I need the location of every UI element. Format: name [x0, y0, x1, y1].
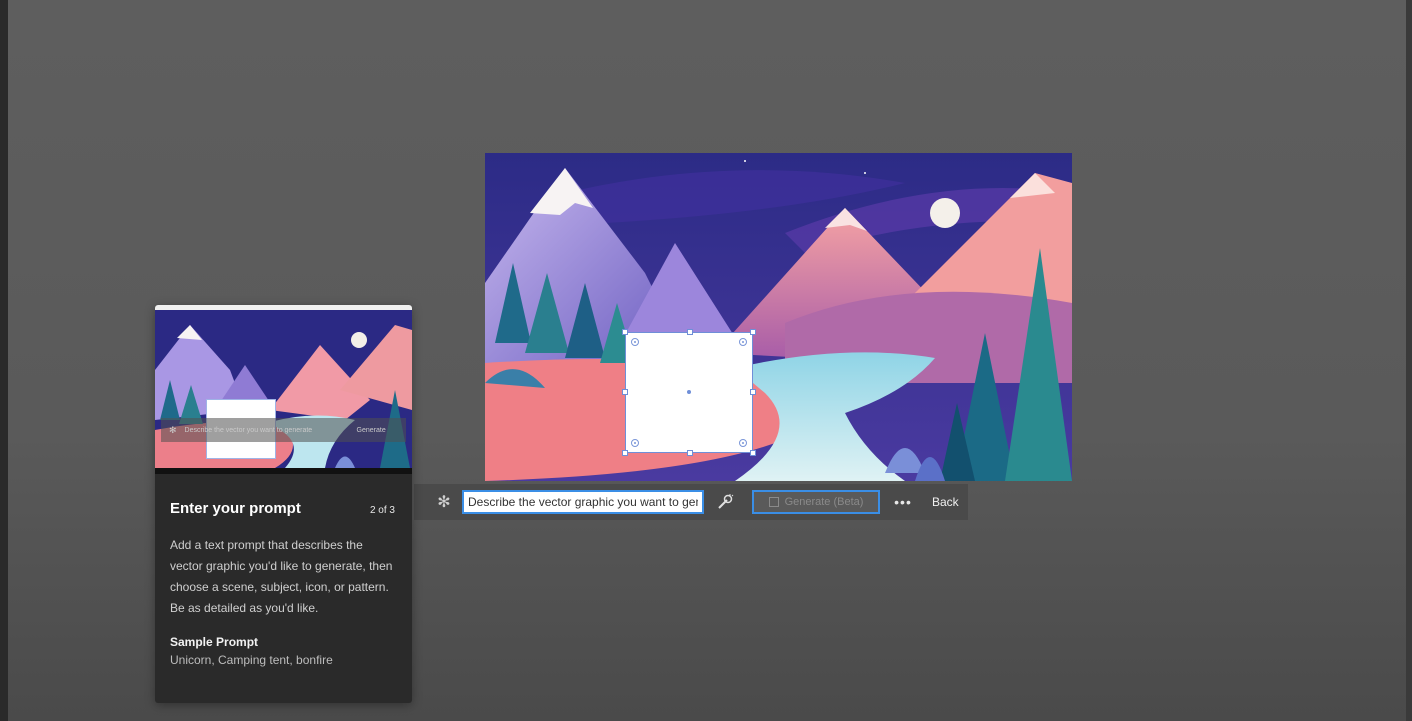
generate-button[interactable]: Generate (Beta) [752, 490, 880, 514]
window-edge-right [1406, 0, 1412, 721]
tour-step-counter: 2 of 3 [369, 505, 395, 516]
sparkle-icon[interactable]: ✻ [434, 492, 454, 512]
artboard-landscape[interactable] [485, 153, 1072, 481]
prompt-input[interactable] [462, 490, 704, 514]
tour-card: ✻ Describe the vector you want to genera… [155, 305, 412, 703]
generate-button-label: Generate (Beta) [784, 496, 864, 508]
corner-radius-widget[interactable] [739, 439, 747, 447]
sparkle-icon: ✻ [169, 424, 177, 435]
wand-icon[interactable] [714, 491, 736, 513]
tour-card-body: Enter your prompt 2 of 3 Add a text prom… [155, 474, 412, 667]
preview-landscape [155, 310, 412, 468]
contextual-task-bar: ✻ Generate (Beta) ••• Back [414, 484, 968, 520]
more-options-button[interactable]: ••• [894, 494, 912, 510]
back-button[interactable]: Back [932, 495, 959, 509]
landscape-illustration [485, 153, 1072, 481]
corner-radius-widget[interactable] [631, 338, 639, 346]
generate-frame-icon [768, 497, 779, 507]
window-edge-left [0, 0, 8, 721]
resize-handle-top-left[interactable] [622, 329, 628, 335]
resize-handle-top-right[interactable] [750, 329, 756, 335]
tour-preview-image: ✻ Describe the vector you want to genera… [155, 310, 412, 468]
selected-rectangle[interactable] [622, 329, 756, 456]
preview-prompt-text: Describe the vector you want to generate [184, 426, 313, 434]
tour-card-header: Enter your prompt 2 of 3 [170, 500, 397, 517]
resize-handle-right[interactable] [750, 389, 756, 395]
resize-handle-bottom-right[interactable] [750, 450, 756, 456]
center-point [687, 390, 691, 394]
tour-card-description: Add a text prompt that describes the vec… [170, 538, 393, 615]
resize-handle-bottom[interactable] [687, 450, 693, 456]
resize-handle-left[interactable] [622, 389, 628, 395]
tour-card-title: Enter your prompt [170, 500, 301, 517]
resize-handle-bottom-left[interactable] [622, 450, 628, 456]
preview-task-bar: ✻ Describe the vector you want to genera… [161, 418, 406, 442]
sample-prompt-text: Unicorn, Camping tent, bonfire [170, 653, 333, 667]
preview-generate-label: Generate [356, 426, 386, 434]
corner-radius-widget[interactable] [631, 439, 639, 447]
sample-prompt-label: Sample Prompt [170, 635, 259, 649]
corner-radius-widget[interactable] [739, 338, 747, 346]
resize-handle-top[interactable] [687, 329, 693, 335]
